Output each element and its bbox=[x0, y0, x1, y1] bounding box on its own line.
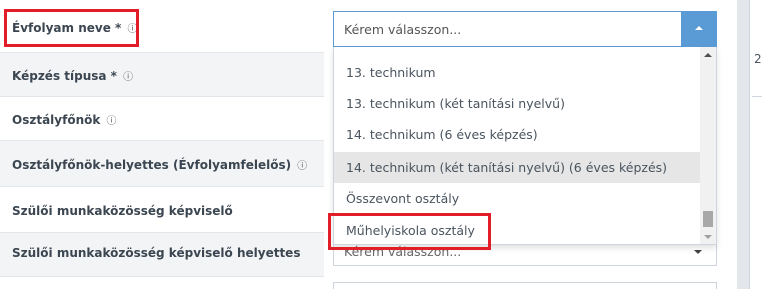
chevron-down-icon bbox=[694, 250, 702, 254]
form-row-szmk-helyettes: Szülői munkaközösség képviselő helyettes bbox=[0, 232, 324, 276]
right-side-panel: 2 bbox=[737, 0, 762, 289]
kepzes-tipusa-label: Képzés típusa * bbox=[12, 69, 117, 83]
right-partial-text: 2 bbox=[754, 52, 762, 66]
info-icon[interactable]: ⓘ bbox=[107, 116, 117, 127]
form-row-kepzes: Képzés típusa * ⓘ bbox=[0, 52, 324, 96]
dropdown-option[interactable]: 13. technikum (két tanítási nyelvű) bbox=[334, 88, 702, 119]
highlight-box-muhelyiskola-option bbox=[328, 213, 491, 250]
dropdown-option-hovered[interactable]: 14. technikum (két tanítási nyelvű) (6 é… bbox=[334, 152, 702, 183]
form-row-osztalyfonok: Osztályfőnök ⓘ bbox=[0, 96, 324, 140]
osztalyfonok-label: Osztályfőnök bbox=[12, 113, 101, 127]
info-icon[interactable]: ⓘ bbox=[297, 161, 307, 172]
evfolyam-select-value: Kérem válasszon... bbox=[344, 22, 462, 37]
info-icon[interactable]: ⓘ bbox=[123, 72, 133, 83]
dropdown-option[interactable]: Összevont osztály bbox=[334, 183, 702, 214]
szmk-kepviselo-label: Szülői munkaközösség képviselő bbox=[12, 204, 233, 218]
highlight-box-evfolyam-label bbox=[4, 9, 139, 47]
scroll-up-icon[interactable] bbox=[704, 53, 712, 57]
right-divider-bar bbox=[737, 0, 749, 289]
form-row-osztalyfonok-helyettes: Osztályfőnök-helyettes (Évfolyamfelelős)… bbox=[0, 140, 324, 186]
dropdown-option[interactable]: 14. technikum (6 éves képzés) bbox=[334, 119, 702, 150]
dropdown-scrollbar[interactable] bbox=[700, 47, 716, 244]
form-row-next bbox=[0, 276, 324, 289]
szmk-helyettes-label: Szülői munkaközösség képviselő helyettes bbox=[12, 246, 301, 260]
right-partial-panel: 2 bbox=[749, 0, 762, 289]
scrollbar-thumb[interactable] bbox=[703, 211, 713, 227]
form-row-szmk-kepviselo: Szülői munkaközösség képviselő bbox=[0, 186, 324, 232]
next-select-stub[interactable] bbox=[333, 282, 717, 289]
evfolyam-select[interactable]: Kérem válasszon... bbox=[333, 11, 717, 47]
chevron-up-icon bbox=[695, 26, 703, 30]
evfolyam-select-toggle[interactable] bbox=[681, 11, 717, 47]
dropdown-option[interactable]: 13. technikum bbox=[334, 57, 702, 88]
right-divider-line bbox=[752, 96, 762, 97]
scroll-down-icon[interactable] bbox=[704, 235, 712, 239]
osztalyfonok-helyettes-label: Osztályfőnök-helyettes (Évfolyamfelelős) bbox=[12, 158, 292, 172]
